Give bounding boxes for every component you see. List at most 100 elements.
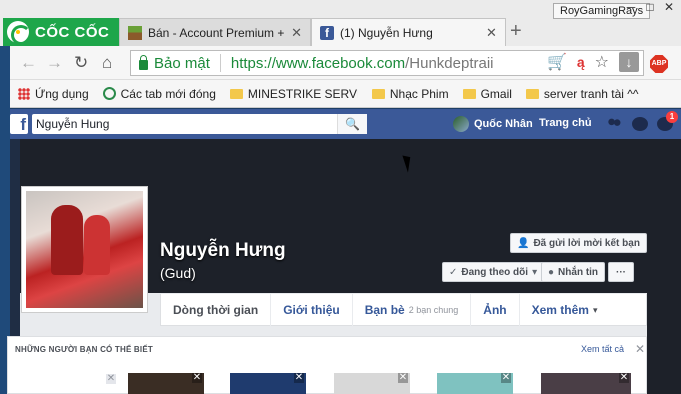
tab-photos[interactable]: Ảnh — [471, 294, 520, 326]
tab-more[interactable]: Xem thêm ▾ — [520, 294, 610, 326]
suggested-person-card[interactable]: ✕ — [334, 373, 410, 394]
suggested-person-card[interactable]: ✕ — [230, 373, 306, 394]
tab-label: Ảnh — [483, 303, 507, 317]
bookmark-star-icon[interactable]: ☆ — [595, 52, 609, 72]
following-button[interactable]: ✓ Đang theo dõi ▾ — [442, 262, 545, 282]
header-user-name: Quốc Nhân — [474, 118, 533, 130]
messenger-icon[interactable] — [632, 117, 648, 131]
folder-icon — [229, 88, 243, 99]
pymk-title: NHỮNG NGƯỜI BẠN CÓ THỂ BIẾT — [15, 345, 153, 354]
pymk-close-icon[interactable]: ✕ — [635, 342, 645, 356]
suggested-person-card[interactable]: ✕ — [541, 373, 631, 394]
suggested-person-card[interactable]: ✕ — [437, 373, 513, 394]
new-tab-button[interactable]: + — [510, 20, 522, 43]
url-host: https://www.facebook.com — [230, 54, 406, 72]
friend-requests-icon[interactable] — [606, 117, 622, 131]
tab-about[interactable]: Giới thiệu — [271, 294, 353, 326]
coccoc-brand[interactable]: CỐC CỐC — [3, 18, 119, 46]
folder-icon — [525, 88, 539, 99]
facebook-favicon-icon: f — [320, 25, 334, 40]
bookmark-label: MINESTRIKE SERVER I — [247, 86, 358, 101]
messenger-icon: ● — [548, 266, 555, 278]
check-icon: ✓ — [449, 266, 458, 278]
minecraft-favicon-icon — [128, 25, 142, 40]
tab-facebook-profile[interactable]: f (1) Nguyễn Hưng ✕ — [311, 18, 506, 46]
bookmark-label: Gmail — [480, 86, 512, 101]
download-icon[interactable]: ↓ — [619, 52, 639, 72]
tab-label: Bạn bè — [364, 303, 405, 317]
bookmark-label: Ứng dụng — [35, 86, 89, 101]
window-close-icon[interactable]: ✕ — [660, 0, 678, 14]
coccoc-logo-icon — [7, 21, 31, 45]
translate-icon[interactable]: ą — [577, 54, 585, 70]
button-label: Đã gửi lời mời kết bạn — [533, 237, 640, 249]
chevron-down-icon: ▾ — [592, 304, 598, 315]
card-close-icon[interactable]: ✕ — [619, 373, 629, 383]
card-close-icon[interactable]: ✕ — [501, 373, 511, 383]
search-icon[interactable]: 🔍 — [337, 114, 367, 134]
home-icon[interactable]: ⌂ — [102, 53, 112, 73]
desktop-edge — [0, 0, 10, 394]
back-icon[interactable]: ← — [20, 53, 37, 73]
message-button[interactable]: ● Nhắn tin — [541, 262, 606, 282]
card-close-icon[interactable]: ✕ — [294, 373, 304, 383]
tab-timeline[interactable]: Dòng thời gian — [161, 294, 272, 326]
url-path: /Hunkdeptraii — [405, 54, 494, 72]
folder-icon — [371, 88, 385, 99]
bookmark-recent-tabs[interactable]: Các tab mới đóng — [102, 86, 216, 101]
shopping-cart-icon[interactable]: 🛒 — [547, 52, 567, 72]
mutual-friends-count: 2 bạn chung — [408, 305, 459, 315]
reload-icon[interactable]: ↻ — [74, 53, 88, 73]
page-right-gutter — [647, 139, 681, 394]
apps-icon — [18, 87, 30, 100]
card-close-icon[interactable]: ✕ — [106, 374, 116, 384]
notification-badge: 1 — [666, 111, 678, 123]
tab-account-premium[interactable]: Bán - Account Premium + Ra ✕ — [119, 18, 311, 46]
search-value: Nguyễn Hung — [36, 117, 110, 131]
bookmark-label: Nhạc Phim — [389, 86, 449, 101]
card-close-icon[interactable]: ✕ — [192, 373, 202, 383]
address-bar[interactable]: Bảo mật https://www.facebook.com /Hunkde… — [130, 50, 644, 76]
card-close-icon[interactable]: ✕ — [398, 373, 408, 383]
maximize-icon[interactable]: □ — [641, 0, 659, 14]
bookmark-server[interactable]: server tranh tài ^^ — [525, 86, 639, 101]
bookmark-gmail[interactable]: Gmail — [462, 86, 512, 101]
friend-request-sent-button[interactable]: 👤 Đã gửi lời mời kết bạn — [510, 233, 647, 253]
tab-label: Giới thiệu — [283, 303, 340, 317]
tab-label: Dòng thời gian — [173, 303, 259, 317]
more-options-button[interactable]: ··· — [608, 262, 634, 282]
profile-name: Nguyễn Hưng — [160, 240, 286, 261]
facebook-search-input[interactable]: Nguyễn Hung 🔍 — [32, 114, 367, 134]
header-profile-link[interactable]: Quốc Nhân — [453, 116, 533, 132]
bookmarks-bar: Ứng dụng Các tab mới đóng MINESTRIKE SER… — [10, 80, 681, 108]
bookmark-nhac-phim[interactable]: Nhạc Phim — [371, 86, 449, 101]
tab-friends[interactable]: Bạn bè 2 bạn chung — [353, 294, 472, 326]
minimize-icon[interactable]: ─ — [622, 0, 640, 14]
button-label: Nhắn tin — [558, 266, 599, 278]
brand-name: CỐC CỐC — [35, 23, 110, 41]
profile-nickname: (Gud) — [160, 265, 196, 281]
suggested-person-card[interactable]: ✕ — [128, 373, 204, 394]
bookmark-minestrike[interactable]: MINESTRIKE SERVER I — [229, 86, 358, 101]
facebook-logo-icon[interactable]: f — [10, 114, 28, 134]
history-icon — [102, 87, 116, 100]
chevron-down-icon: ▾ — [532, 266, 538, 278]
people-you-may-know: NHỮNG NGƯỜI BẠN CÓ THỂ BIẾT Xem tất cả ✕… — [7, 336, 647, 394]
security-label[interactable]: Bảo mật — [154, 55, 210, 72]
divider — [219, 54, 221, 72]
forward-icon[interactable]: → — [46, 53, 63, 73]
lock-icon — [139, 55, 148, 70]
tab-close-icon[interactable]: ✕ — [486, 25, 497, 41]
profile-picture[interactable] — [21, 186, 148, 313]
adblock-icon[interactable]: ABP — [650, 55, 668, 73]
facebook-header: f Nguyễn Hung 🔍 Quốc Nhân Trang chủ 1 — [10, 109, 681, 139]
bookmark-label: server tranh tài ^^ — [543, 86, 639, 101]
home-link[interactable]: Trang chủ — [539, 117, 592, 129]
profile-photo — [26, 191, 143, 308]
person-add-icon: 👤 — [517, 237, 530, 249]
bookmark-apps[interactable]: Ứng dụng — [18, 87, 89, 101]
tab-title: (1) Nguyễn Hưng — [340, 25, 433, 40]
tab-close-icon[interactable]: ✕ — [291, 25, 302, 41]
see-all-link[interactable]: Xem tất cả — [581, 344, 624, 354]
bookmark-label: Các tab mới đóng — [120, 86, 216, 101]
